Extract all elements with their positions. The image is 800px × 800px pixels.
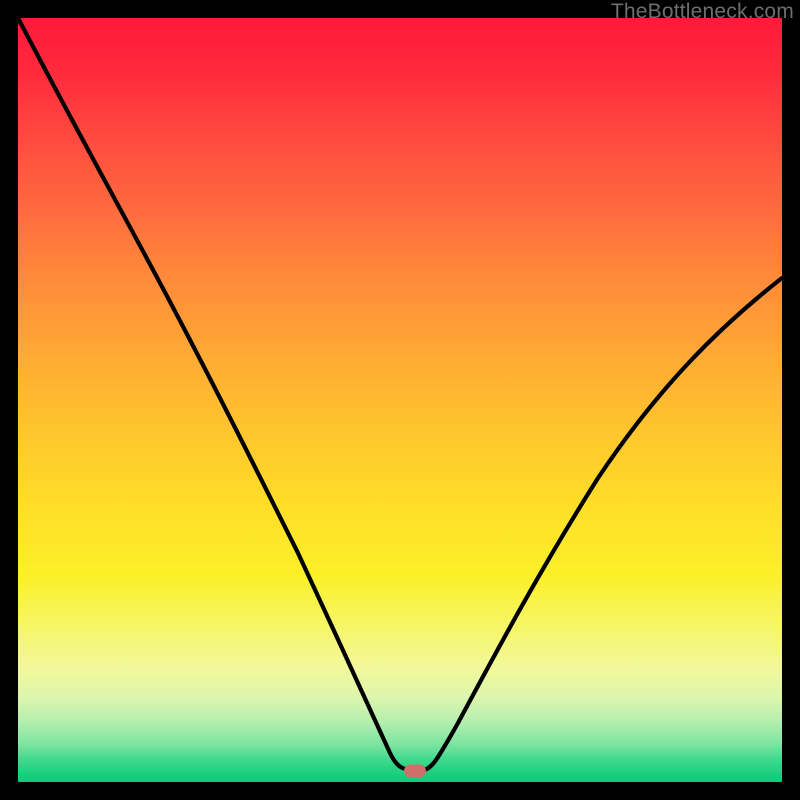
watermark-text: TheBottleneck.com (611, 0, 794, 24)
chart-frame: TheBottleneck.com (0, 0, 800, 800)
plot-area (18, 18, 782, 782)
bottleneck-curve (18, 18, 782, 770)
curve-layer (18, 18, 782, 782)
optimal-marker (404, 764, 426, 777)
